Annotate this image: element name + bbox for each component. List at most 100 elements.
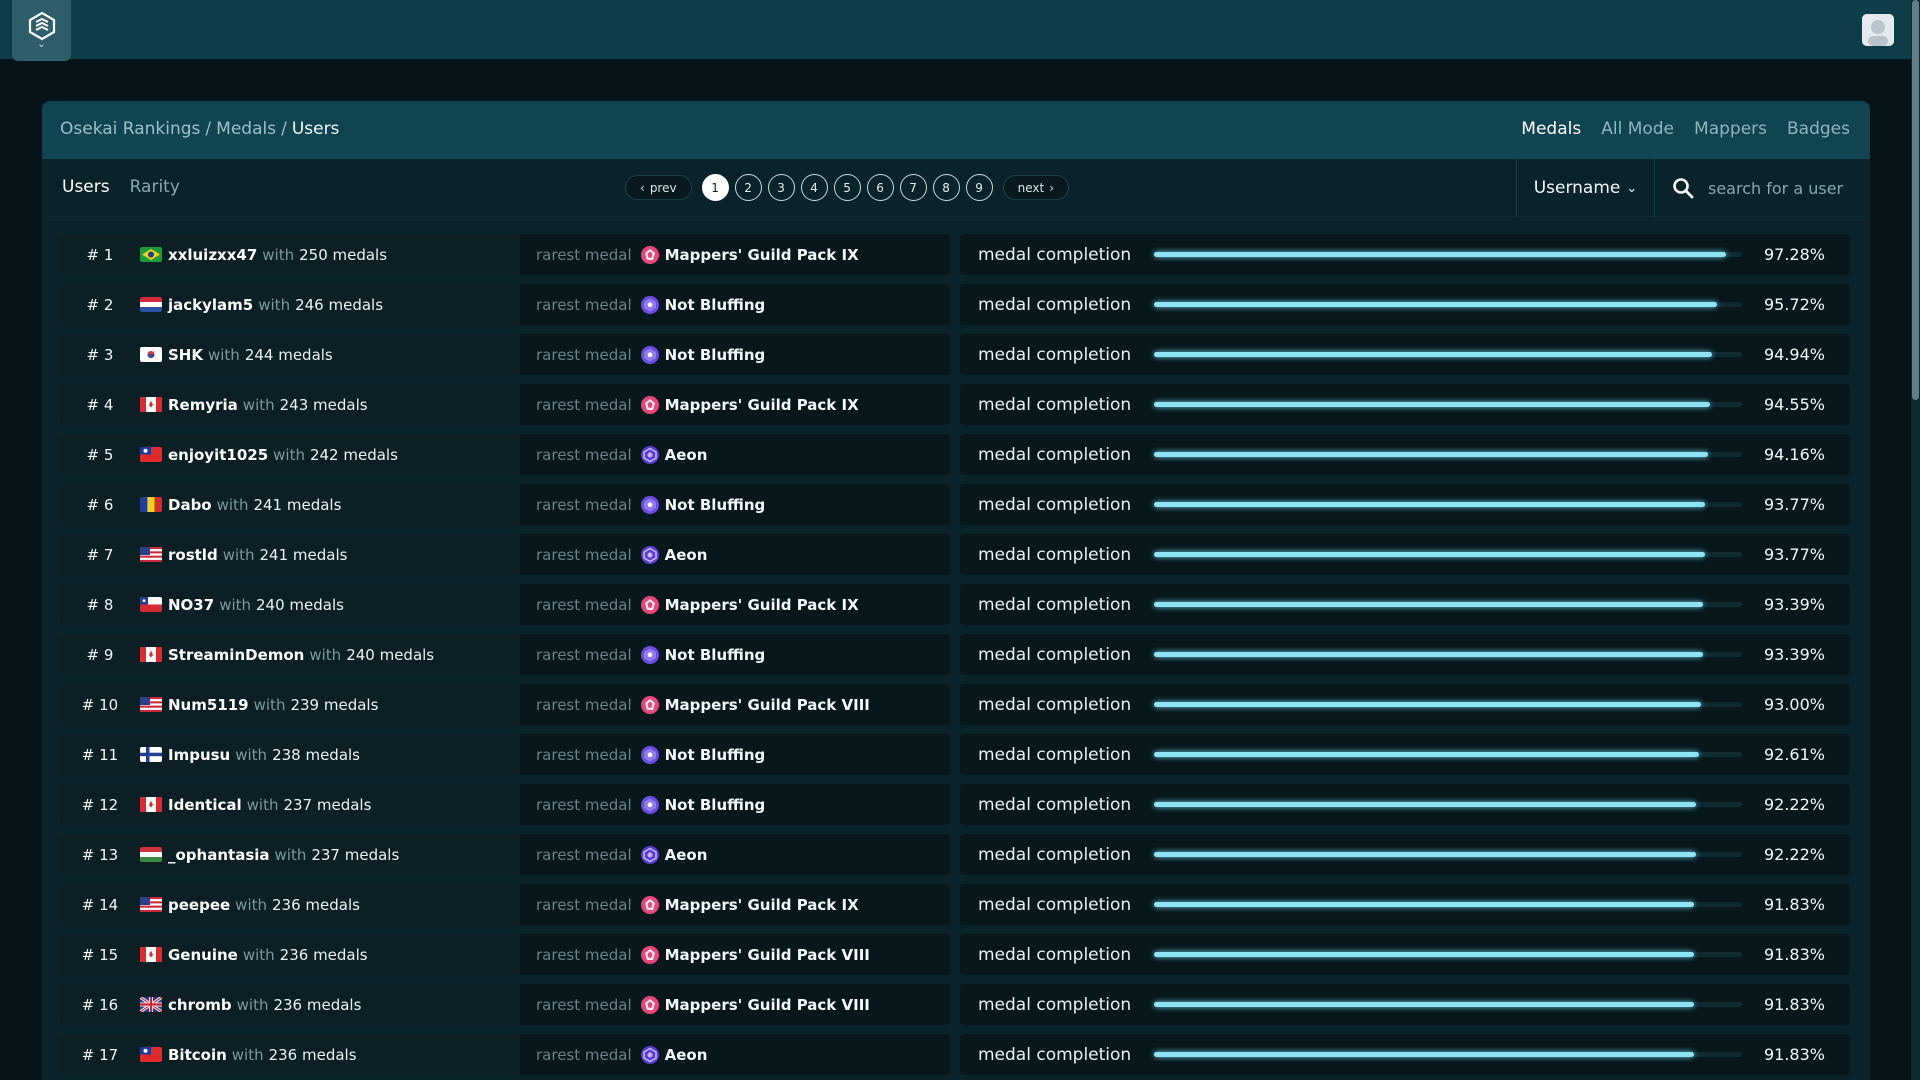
user-search[interactable]: search for a user: [1672, 159, 1843, 217]
sort-dropdown[interactable]: Username ⌄: [1516, 159, 1655, 217]
prev-page-button[interactable]: ‹ prev: [625, 175, 692, 200]
rarest-medal-name[interactable]: Mappers' Guild Pack VIII: [665, 996, 870, 1014]
tab-rarity[interactable]: Rarity: [130, 177, 180, 197]
username-link[interactable]: peepee: [168, 896, 230, 914]
with-label: with: [274, 845, 307, 864]
username-link[interactable]: Impusu: [168, 746, 230, 764]
completion-progress-fill: [1154, 502, 1706, 507]
breadcrumb-rankings[interactable]: Osekai Rankings: [60, 119, 200, 139]
tab-mappers[interactable]: Mappers: [1694, 119, 1767, 139]
completion-cell: medal completion 92.22%: [960, 784, 1850, 825]
ranking-row[interactable]: # 16 chromb with 236 medals rarest medal…: [60, 984, 1850, 1025]
username-link[interactable]: SHK: [168, 346, 203, 364]
ranking-row[interactable]: # 8 NO37 with 240 medals rarest medal Ma…: [60, 584, 1850, 625]
username-link[interactable]: Identical: [168, 796, 242, 814]
rarest-medal-name[interactable]: Aeon: [665, 546, 708, 564]
page-button[interactable]: 2: [734, 174, 762, 201]
page-button[interactable]: 8: [932, 174, 960, 201]
completion-percentage: 92.22%: [1763, 845, 1825, 864]
rarest-medal-name[interactable]: Aeon: [665, 1046, 708, 1064]
with-label: with: [273, 445, 305, 464]
username-link[interactable]: Dabo: [168, 496, 212, 514]
ranking-type-tabs: Medals All Mode Mappers Badges: [1521, 119, 1850, 139]
user-avatar[interactable]: [1862, 14, 1894, 46]
username-link[interactable]: NO37: [168, 596, 214, 614]
completion-label: medal completion: [978, 1044, 1132, 1065]
ranking-row[interactable]: # 14 peepee with 236 medals rarest medal…: [60, 884, 1850, 925]
tab-badges[interactable]: Badges: [1787, 119, 1850, 139]
rarest-medal-name[interactable]: Aeon: [665, 846, 708, 864]
completion-label: medal completion: [978, 494, 1132, 515]
completion-progress-bar: [1154, 852, 1742, 857]
completion-label: medal completion: [978, 594, 1132, 615]
rarest-medal-label: rarest medal: [536, 895, 632, 914]
ranking-row[interactable]: # 4 Remyria with 243 medals rarest medal…: [60, 384, 1850, 425]
completion-percentage: 92.61%: [1763, 745, 1825, 764]
ranking-row[interactable]: # 1 xxluizxx47 with 250 medals rarest me…: [60, 234, 1850, 275]
ranking-row[interactable]: # 7 rostld with 241 medals rarest medal …: [60, 534, 1850, 575]
ranking-row[interactable]: # 3 SHK with 244 medals rarest medal Not…: [60, 334, 1850, 375]
medal-icon: [640, 845, 659, 864]
page-button[interactable]: 9: [965, 174, 993, 201]
scrollbar-thumb[interactable]: [1912, 0, 1919, 400]
username-link[interactable]: Num5119: [168, 696, 249, 714]
completion-progress-bar: [1154, 252, 1742, 257]
ranking-row[interactable]: # 12 Identical with 237 medals rarest me…: [60, 784, 1850, 825]
user-info: # 7 rostld with 241 medals rarest medal …: [60, 534, 950, 575]
username-link[interactable]: chromb: [168, 996, 232, 1014]
ranking-row[interactable]: # 17 Bitcoin with 236 medals rarest meda…: [60, 1034, 1850, 1075]
rarest-medal-name[interactable]: Not Bluffing: [665, 796, 766, 814]
tab-users[interactable]: Users: [62, 177, 110, 197]
ranking-row[interactable]: # 6 Dabo with 241 medals rarest medal No…: [60, 484, 1850, 525]
osekai-logo-menu-button[interactable]: ⌄: [12, 0, 71, 61]
rarest-medal-name[interactable]: Not Bluffing: [665, 746, 766, 764]
ranking-row[interactable]: # 15 Genuine with 236 medals rarest meda…: [60, 934, 1850, 975]
ranking-row[interactable]: # 10 Num5119 with 239 medals rarest meda…: [60, 684, 1850, 725]
ranking-row[interactable]: # 5 enjoyit1025 with 242 medals rarest m…: [60, 434, 1850, 475]
username-link[interactable]: _ophantasia: [168, 846, 270, 864]
rarest-medal-name[interactable]: Mappers' Guild Pack VIII: [665, 696, 870, 714]
ranking-row[interactable]: # 9 StreaminDemon with 240 medals rarest…: [60, 634, 1850, 675]
username-link[interactable]: rostld: [168, 546, 218, 564]
rank-number: # 9: [86, 645, 114, 664]
ranking-row[interactable]: # 2 jackylam5 with 246 medals rarest med…: [60, 284, 1850, 325]
rarest-medal-name[interactable]: Mappers' Guild Pack IX: [665, 396, 859, 414]
rarest-medal-name[interactable]: Not Bluffing: [665, 646, 766, 664]
page-button[interactable]: 5: [833, 174, 861, 201]
rarest-medal-name[interactable]: Mappers' Guild Pack IX: [665, 246, 859, 264]
rarest-medal-name[interactable]: Not Bluffing: [665, 346, 766, 364]
username-link[interactable]: Bitcoin: [168, 1046, 227, 1064]
user-info: # 1 xxluizxx47 with 250 medals rarest me…: [60, 234, 950, 275]
breadcrumb-medals[interactable]: Medals: [216, 119, 276, 139]
username-link[interactable]: xxluizxx47: [168, 246, 257, 264]
rank-number: # 8: [86, 595, 114, 614]
username-link[interactable]: Genuine: [168, 946, 238, 964]
tab-all-mode[interactable]: All Mode: [1601, 119, 1674, 139]
rarest-medal-name[interactable]: Not Bluffing: [665, 496, 766, 514]
page-button[interactable]: 3: [767, 174, 795, 201]
username-link[interactable]: jackylam5: [168, 296, 253, 314]
page-button[interactable]: 1: [701, 174, 729, 201]
completion-cell: medal completion 95.72%: [960, 284, 1850, 325]
page-button[interactable]: 7: [899, 174, 927, 201]
pagination: ‹ prev 1 2 3 4 5 6 7 8 9 next ›: [625, 174, 1069, 201]
tab-medals[interactable]: Medals: [1521, 119, 1581, 139]
scrollbar[interactable]: [1911, 0, 1920, 1080]
next-page-button[interactable]: next ›: [1002, 175, 1069, 200]
username-link[interactable]: Remyria: [168, 396, 238, 414]
rarest-medal-name[interactable]: Aeon: [665, 446, 708, 464]
ranking-row[interactable]: # 13 _ophantasia with 237 medals rarest …: [60, 834, 1850, 875]
rarest-medal-name[interactable]: Mappers' Guild Pack IX: [665, 896, 859, 914]
username-link[interactable]: StreaminDemon: [168, 646, 304, 664]
rarest-medal-name[interactable]: Mappers' Guild Pack IX: [665, 596, 859, 614]
page-button[interactable]: 4: [800, 174, 828, 201]
page-button[interactable]: 6: [866, 174, 894, 201]
search-input[interactable]: search for a user: [1708, 179, 1843, 198]
completion-progress-bar: [1154, 702, 1742, 707]
completion-percentage: 93.77%: [1763, 545, 1825, 564]
username-link[interactable]: enjoyit1025: [168, 446, 268, 464]
rarest-medal-name[interactable]: Mappers' Guild Pack VIII: [665, 946, 870, 964]
rarest-medal-name[interactable]: Not Bluffing: [665, 296, 766, 314]
ranking-row[interactable]: # 11 Impusu with 238 medals rarest medal…: [60, 734, 1850, 775]
completion-label: medal completion: [978, 644, 1132, 665]
